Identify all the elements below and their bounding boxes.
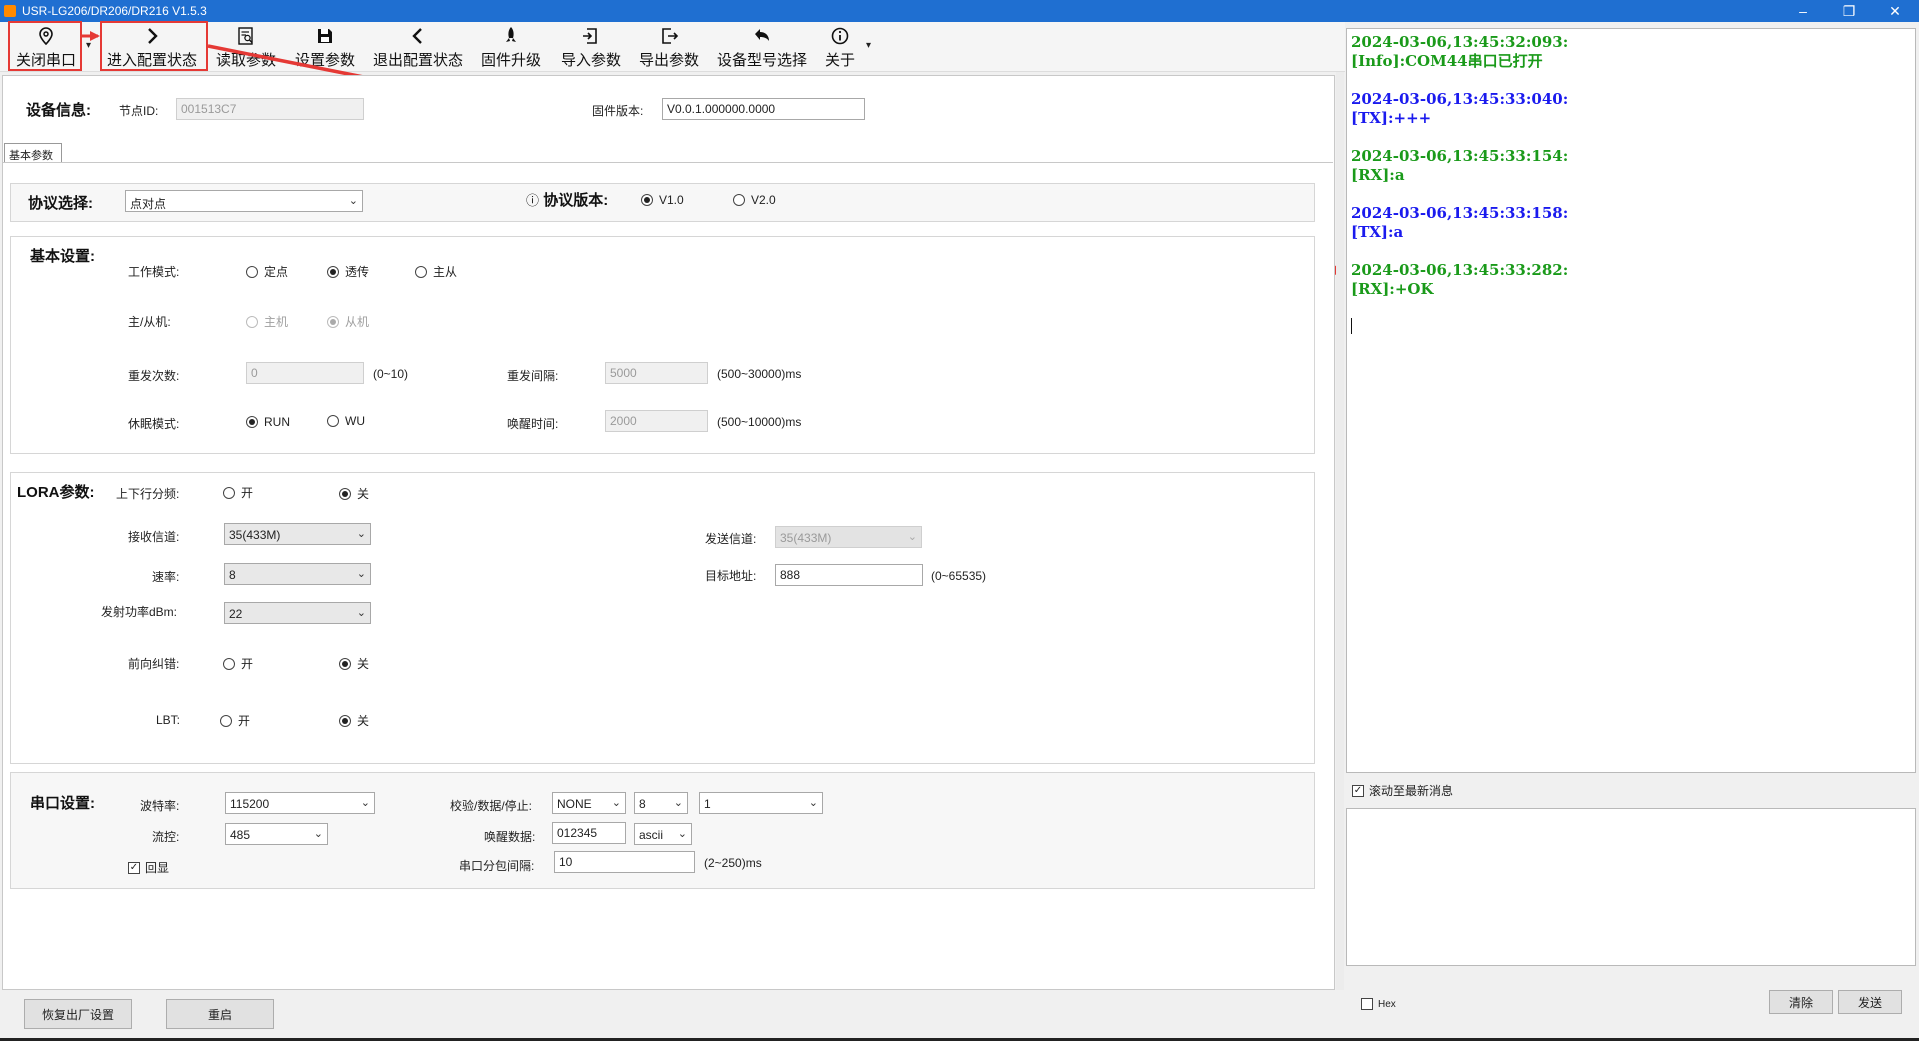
tx-channel-label: 发送信道: xyxy=(705,532,757,546)
chevron-down-icon: ⌄ xyxy=(313,828,323,840)
packet-interval-range: (2~250)ms xyxy=(704,856,762,870)
work-mode-fixed-radio[interactable]: 定点 xyxy=(246,263,288,280)
baud-select[interactable]: 115200 ⌄ xyxy=(225,792,375,814)
log-panel[interactable]: 2024-03-06,13:45:32:093: [Info]:COM44串口已打… xyxy=(1346,28,1916,773)
sleep-wu-radio[interactable]: WU xyxy=(327,414,365,428)
parity-select[interactable]: NONE ⌄ xyxy=(552,792,626,814)
tab-divider xyxy=(2,162,1333,163)
packet-interval-field[interactable]: 10 xyxy=(554,851,695,873)
panel-splitter[interactable] xyxy=(1336,72,1344,990)
flow-select[interactable]: 485 ⌄ xyxy=(225,823,328,845)
retry-count-field[interactable]: 0 xyxy=(246,362,364,384)
chevron-down-icon: ⌄ xyxy=(356,607,366,619)
wake-data-format-select[interactable]: ascii ⌄ xyxy=(634,823,692,845)
firmware-field[interactable]: V0.0.1.000000.0000 xyxy=(662,98,865,120)
fec-on-radio[interactable]: 开 xyxy=(223,655,253,672)
wake-data-label: 唤醒数据: xyxy=(484,830,536,844)
restart-button[interactable]: 重启 xyxy=(166,999,274,1029)
chevron-down-icon: ⌄ xyxy=(673,797,683,809)
chevron-down-icon: ⌄ xyxy=(348,195,358,207)
firmware-label: 固件版本: xyxy=(592,104,644,118)
lbt-label: LBT: xyxy=(156,713,181,727)
retry-count-label: 重发次数: xyxy=(128,369,180,383)
hex-checkbox[interactable]: Hex xyxy=(1361,998,1396,1010)
work-mode-master-slave-radio[interactable]: 主从 xyxy=(415,263,457,280)
master-slave-label: 主/从机: xyxy=(128,315,171,329)
packet-interval-label: 串口分包间隔: xyxy=(459,859,535,873)
target-address-range: (0~65535) xyxy=(931,569,987,583)
stopbits-select[interactable]: 1 ⌄ xyxy=(699,792,823,814)
tx-power-label: 发射功率dBm: xyxy=(101,605,178,619)
rate-label: 速率: xyxy=(152,570,180,584)
device-info-title: 设备信息: xyxy=(26,102,91,119)
rate-select[interactable]: 8 ⌄ xyxy=(224,563,371,585)
updown-on-radio[interactable]: 开 xyxy=(223,484,253,501)
help-icon: ⓘ xyxy=(526,193,540,208)
wake-data-field[interactable]: 012345 xyxy=(552,822,626,844)
chevron-down-icon: ⌄ xyxy=(356,528,366,540)
retry-count-range: (0~10) xyxy=(373,367,409,381)
databits-select[interactable]: 8 ⌄ xyxy=(634,792,688,814)
tx-power-select[interactable]: 22 ⌄ xyxy=(224,602,371,624)
updown-label: 上下行分频: xyxy=(116,487,180,501)
protocol-label: 协议选择: xyxy=(28,195,93,212)
log-entry: 2024-03-06,13:45:33:158: [TX]:a xyxy=(1351,204,1569,241)
node-id-field[interactable]: 001513C7 xyxy=(176,98,364,120)
chevron-down-icon: ⌄ xyxy=(360,797,370,809)
fec-label: 前向纠错: xyxy=(128,657,180,671)
tx-channel-select[interactable]: 35(433M) ⌄ xyxy=(775,526,922,548)
target-address-label: 目标地址: xyxy=(705,569,757,583)
wake-time-field[interactable]: 2000 xyxy=(605,410,708,432)
sleep-mode-label: 休眠模式: xyxy=(128,417,180,431)
rx-channel-select[interactable]: 35(433M) ⌄ xyxy=(224,523,371,545)
log-entry: 2024-03-06,13:45:33:040: [TX]:+++ xyxy=(1351,90,1569,127)
log-entry: 2024-03-06,13:45:33:282: [RX]:+OK xyxy=(1351,261,1569,298)
clear-button[interactable]: 清除 xyxy=(1769,990,1833,1014)
work-mode-transparent-radio[interactable]: 透传 xyxy=(327,263,369,280)
node-id-label: 节点ID: xyxy=(119,104,159,118)
slave-radio[interactable]: 从机 xyxy=(327,313,369,330)
text-caret xyxy=(1351,318,1352,334)
factory-reset-button[interactable]: 恢复出厂设置 xyxy=(24,999,132,1029)
fec-off-radio[interactable]: 关 xyxy=(339,655,369,672)
work-mode-label: 工作模式: xyxy=(128,265,180,279)
log-entry: 2024-03-06,13:45:33:154: [RX]:a xyxy=(1351,147,1569,184)
chevron-down-icon: ⌄ xyxy=(611,797,621,809)
chevron-down-icon: ⌄ xyxy=(907,531,917,543)
chevron-down-icon: ⌄ xyxy=(356,568,366,580)
chevron-down-icon: ⌄ xyxy=(677,828,687,840)
lora-section xyxy=(10,472,1315,764)
protocol-v1-radio[interactable]: V1.0 xyxy=(641,193,684,207)
rx-channel-label: 接收信道: xyxy=(128,530,180,544)
master-radio[interactable]: 主机 xyxy=(246,313,288,330)
check-icon: ✓ xyxy=(1352,784,1364,797)
sleep-run-radio[interactable]: RUN xyxy=(246,415,290,429)
wake-time-label: 唤醒时间: xyxy=(507,417,559,431)
basic-settings-title: 基本设置: xyxy=(30,248,95,265)
chevron-down-icon: ⌄ xyxy=(808,797,818,809)
protocol-version-label: ⓘ 协议版本: xyxy=(526,192,609,209)
serial-title: 串口设置: xyxy=(30,795,95,812)
lbt-off-radio[interactable]: 关 xyxy=(339,712,369,729)
lora-title: LORA参数: xyxy=(17,484,95,501)
updown-off-radio[interactable]: 关 xyxy=(339,485,369,502)
retry-interval-range: (500~30000)ms xyxy=(717,367,802,381)
autoscroll-checkbox[interactable]: ✓ 滚动至最新消息 xyxy=(1352,782,1453,799)
echo-checkbox[interactable]: ✓ 回显 xyxy=(128,859,169,876)
wake-time-range: (500~10000)ms xyxy=(717,415,802,429)
retry-interval-label: 重发间隔: xyxy=(507,369,559,383)
flow-label: 流控: xyxy=(152,830,180,844)
parity-label: 校验/数据/停止: xyxy=(450,799,533,813)
protocol-select[interactable]: 点对点 ⌄ xyxy=(125,190,363,212)
protocol-v2-radio[interactable]: V2.0 xyxy=(733,193,776,207)
baud-label: 波特率: xyxy=(140,799,180,813)
target-address-field[interactable]: 888 xyxy=(775,564,923,586)
send-input[interactable] xyxy=(1346,808,1916,966)
check-icon: ✓ xyxy=(128,861,140,874)
lbt-on-radio[interactable]: 开 xyxy=(220,712,250,729)
retry-interval-field[interactable]: 5000 xyxy=(605,362,708,384)
tab-basic-params[interactable]: 基本参数 xyxy=(4,143,62,163)
log-entry: 2024-03-06,13:45:32:093: [Info]:COM44串口已打… xyxy=(1351,33,1569,70)
send-button[interactable]: 发送 xyxy=(1838,990,1902,1014)
